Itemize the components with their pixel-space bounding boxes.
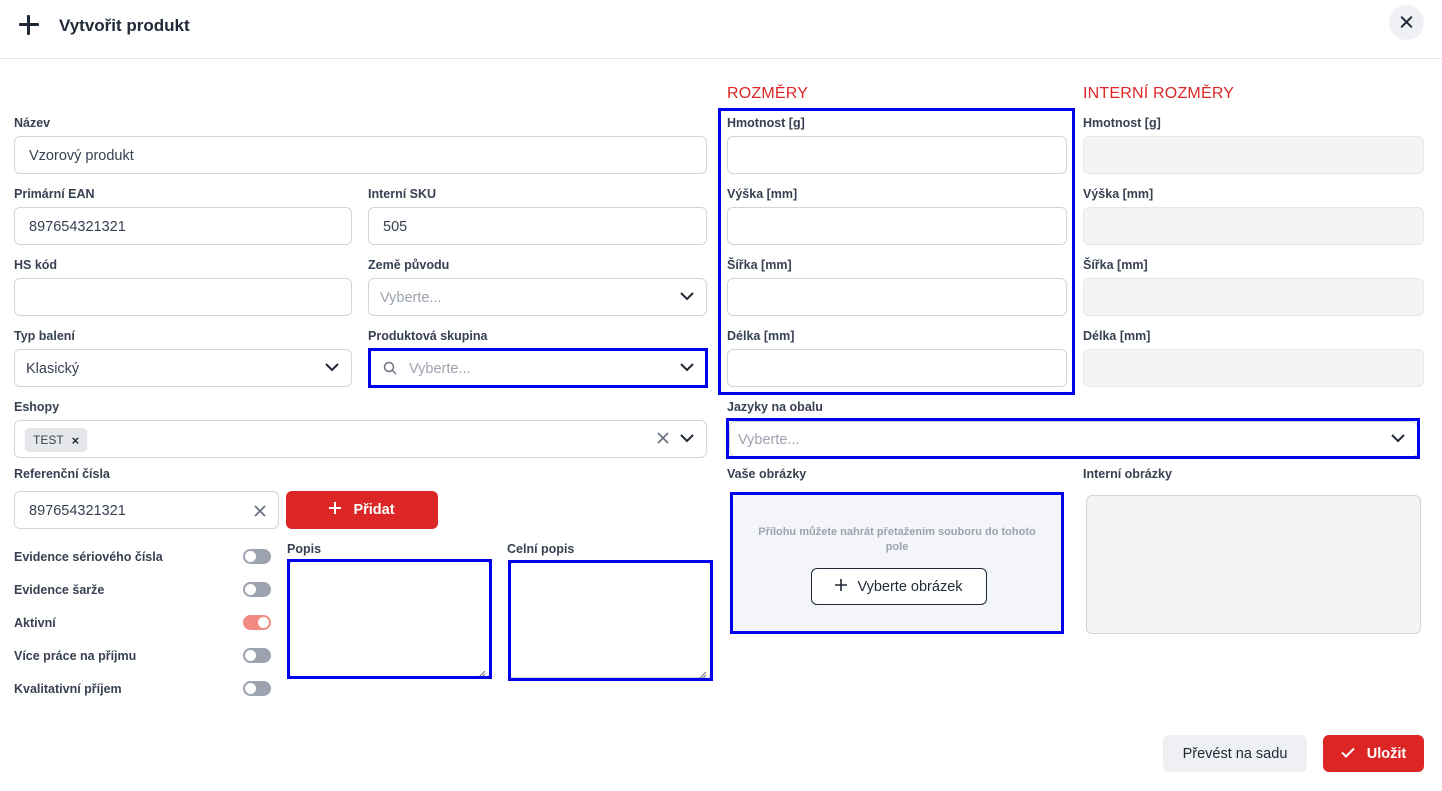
hs-code-input[interactable] — [14, 278, 352, 316]
ean-label: Primární EAN — [14, 187, 95, 201]
modal-header: Vytvořit produkt — [0, 0, 1442, 59]
highlight-frame — [730, 492, 1064, 634]
active-toggle[interactable] — [243, 615, 271, 630]
save-button[interactable]: Uložit — [1323, 735, 1424, 772]
quality-toggle[interactable] — [243, 681, 271, 696]
packaging-label: Typ balení — [14, 329, 75, 343]
internal-height-input — [1083, 207, 1424, 245]
country-select[interactable]: Vyberte... — [368, 278, 707, 316]
ean-value: 897654321321 — [29, 219, 126, 235]
eshop-tag-label: TEST — [33, 433, 64, 447]
toggle-label: Evidence šarže — [14, 583, 105, 597]
images-label: Vaše obrázky — [727, 467, 807, 481]
internal-length-label: Délka [mm] — [1083, 329, 1151, 343]
dimensions-title: ROZMĚRY — [727, 85, 809, 102]
country-placeholder: Vyberte... — [380, 290, 442, 306]
internal-width-label: Šířka [mm] — [1083, 258, 1148, 272]
internal-weight-label: Hmotnost [g] — [1083, 116, 1161, 130]
languages-label: Jazyky na obalu — [727, 400, 823, 414]
internal-images-label: Interní obrázky — [1083, 467, 1172, 481]
convert-to-set-button[interactable]: Převést na sadu — [1163, 735, 1307, 772]
customs-description-label: Celní popis — [507, 542, 575, 556]
description-label: Popis — [287, 542, 322, 556]
packaging-value: Klasický — [26, 361, 80, 377]
sku-input[interactable]: 505 — [368, 207, 707, 245]
ean-input[interactable]: 897654321321 — [14, 207, 352, 245]
refs-label: Referenční čísla — [14, 467, 110, 481]
chevron-down-icon — [680, 434, 694, 443]
hs-code-label: HS kód — [14, 258, 58, 272]
close-button[interactable] — [1389, 5, 1424, 40]
internal-dimensions-title: INTERNÍ ROZMĚRY — [1083, 85, 1235, 102]
chevron-down-icon — [680, 292, 694, 301]
add-ref-label: Přidat — [353, 502, 395, 518]
toggle-label: Kvalitativní příjem — [14, 682, 122, 696]
name-value: Vzorový produkt — [29, 148, 134, 164]
plus-icon — [329, 502, 342, 518]
modal-title: Vytvořit produkt — [59, 16, 190, 35]
country-label: Země původu — [368, 258, 450, 272]
plus-icon — [16, 12, 42, 38]
highlight-frame — [287, 559, 492, 679]
save-label: Uložit — [1366, 745, 1407, 762]
chevron-down-icon — [325, 363, 339, 372]
highlight-frame — [718, 108, 1075, 395]
packaging-select[interactable]: Klasický — [14, 349, 352, 387]
check-icon — [1341, 746, 1355, 762]
toggle-label: Aktivní — [14, 616, 56, 630]
eshop-tag: TEST × — [25, 428, 88, 452]
sku-label: Interní SKU — [368, 187, 437, 201]
internal-width-input — [1083, 278, 1424, 316]
clear-icon[interactable] — [657, 431, 669, 449]
internal-height-label: Výška [mm] — [1083, 187, 1154, 201]
eshops-select[interactable]: TEST × — [14, 420, 707, 458]
group-label: Produktová skupina — [368, 329, 488, 343]
highlight-frame — [368, 348, 708, 388]
highlight-frame — [726, 418, 1420, 459]
internal-length-input — [1083, 349, 1424, 387]
clear-icon[interactable] — [254, 504, 266, 522]
extra-work-toggle[interactable] — [243, 648, 271, 663]
sku-value: 505 — [383, 219, 408, 235]
name-label: Název — [14, 116, 51, 130]
toggle-label: Evidence sériového čísla — [14, 550, 163, 564]
name-input[interactable]: Vzorový produkt — [14, 136, 707, 174]
highlight-frame — [508, 560, 713, 681]
remove-tag-icon[interactable]: × — [72, 433, 80, 448]
convert-to-set-label: Převést na sadu — [1182, 745, 1288, 762]
refs-value: 897654321321 — [29, 503, 126, 519]
serial-toggle[interactable] — [243, 549, 271, 564]
toggle-label: Více práce na příjmu — [14, 649, 137, 663]
refs-input[interactable]: 897654321321 — [14, 491, 279, 529]
eshops-label: Eshopy — [14, 400, 60, 414]
batch-toggle[interactable] — [243, 582, 271, 597]
internal-images-area — [1086, 495, 1421, 634]
add-ref-button[interactable]: Přidat — [286, 491, 438, 529]
internal-weight-input — [1083, 136, 1424, 174]
